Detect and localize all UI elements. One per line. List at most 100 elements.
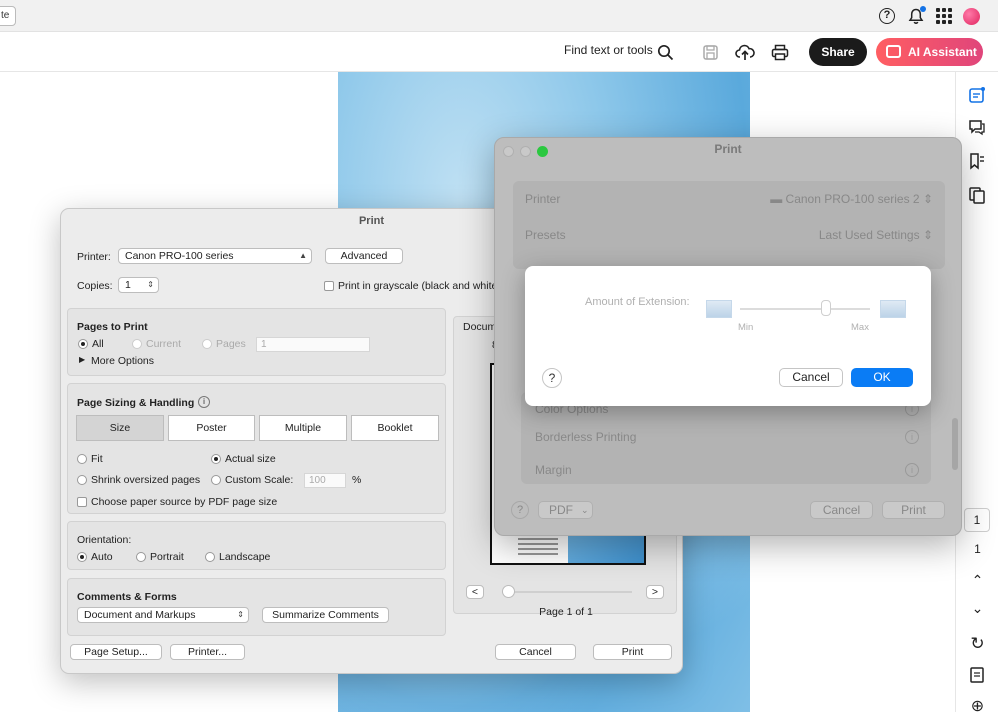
grayscale-label: Print in grayscale (black and white): [338, 280, 501, 292]
grayscale-checkbox[interactable]: [324, 281, 334, 291]
sizing-section-title: Page Sizing & Handling: [77, 397, 195, 409]
fit-label: Fit: [91, 453, 103, 465]
pages-label: Pages: [216, 338, 246, 350]
bell-icon[interactable]: [906, 6, 926, 26]
page-setup-button[interactable]: Page Setup...: [70, 644, 162, 660]
mac-scrollbar[interactable]: [952, 418, 958, 470]
ai-assistant-button[interactable]: AI Assistant: [876, 38, 983, 66]
mac-cancel-button[interactable]: Cancel: [810, 501, 873, 519]
info-icon[interactable]: i: [905, 463, 919, 477]
paper-source-checkbox[interactable]: [77, 497, 87, 507]
comments-forms-panel: Comments & Forms Document and Markups ⇕ …: [67, 578, 446, 636]
help-icon[interactable]: ?: [877, 6, 897, 26]
next-page-icon[interactable]: ⌄: [956, 600, 998, 617]
mac-presets-value: Last Used Settings ⇕: [818, 228, 933, 242]
summarize-comments-button[interactable]: Summarize Comments: [262, 607, 389, 623]
tab-stub[interactable]: te: [0, 6, 16, 26]
mac-presets-name: Last Used Settings: [818, 228, 920, 242]
bookmark-icon[interactable]: [968, 152, 986, 170]
mac-print-title: Print: [714, 142, 742, 156]
custom-scale-radio[interactable]: [211, 475, 221, 485]
actual-size-radio[interactable]: [211, 454, 221, 464]
print-button[interactable]: Print: [593, 644, 672, 660]
preview-slider-knob[interactable]: [502, 585, 515, 598]
extension-cancel-button[interactable]: Cancel: [779, 368, 843, 387]
cancel-button[interactable]: Cancel: [495, 644, 576, 660]
refresh-icon[interactable]: ↻: [956, 634, 998, 654]
list-item[interactable]: Borderless Printing i: [521, 428, 931, 450]
pages-range-input[interactable]: 1: [256, 337, 370, 352]
max-label: Max: [851, 322, 869, 333]
info-icon[interactable]: i: [198, 396, 210, 408]
preview-next-button[interactable]: >: [646, 585, 664, 599]
search-icon[interactable]: [654, 41, 676, 63]
printer-small-icon: ▬: [770, 192, 786, 206]
extension-help-button[interactable]: ?: [542, 368, 562, 388]
copies-stepper[interactable]: 1 ⇕: [118, 277, 159, 293]
edit-panel-icon[interactable]: [968, 86, 986, 104]
page-fit-icon[interactable]: [968, 666, 986, 684]
all-radio[interactable]: [78, 339, 88, 349]
portrait-label: Portrait: [150, 551, 184, 563]
auto-radio[interactable]: [77, 552, 87, 562]
tab-poster[interactable]: Poster: [168, 415, 255, 441]
preview-prev-button[interactable]: <: [466, 585, 484, 599]
printer-select-value: Canon PRO-100 series: [125, 250, 234, 262]
extension-slider-knob[interactable]: [821, 300, 831, 316]
mac-presets-row[interactable]: Presets Last Used Settings ⇕: [513, 219, 945, 253]
shrink-radio[interactable]: [77, 475, 87, 485]
mac-print-button[interactable]: Print: [882, 501, 945, 519]
page-number-input[interactable]: 1: [964, 508, 990, 532]
pages-to-print-panel: Pages to Print All Current Pages 1 ▶ Mor…: [67, 308, 446, 376]
apps-grid-icon[interactable]: [934, 6, 954, 26]
disclosure-triangle-icon[interactable]: ▶: [79, 355, 85, 364]
page-sizing-panel: Page Sizing & Handling i Size Poster Mul…: [67, 383, 446, 514]
fit-radio[interactable]: [77, 454, 87, 464]
comments-select[interactable]: Document and Markups ⇕: [77, 607, 249, 623]
mac-help-button[interactable]: ?: [511, 501, 529, 519]
upload-cloud-icon[interactable]: [734, 41, 756, 63]
orientation-panel: Orientation: Auto Portrait Landscape: [67, 521, 446, 570]
share-button[interactable]: Share: [809, 38, 867, 66]
page-count: 1: [974, 542, 981, 556]
main-toolbar: Find text or tools Share AI Assistant: [0, 32, 998, 72]
list-item[interactable]: Margin i: [521, 461, 931, 483]
mac-printer-name: Canon PRO-100 series 2: [785, 192, 920, 206]
tab-booklet[interactable]: Booklet: [351, 415, 439, 441]
extension-slider-track[interactable]: [740, 308, 870, 310]
mac-printer-row[interactable]: Printer ▬ Canon PRO-100 series 2 ⇕: [513, 183, 945, 217]
auto-label: Auto: [91, 551, 113, 563]
current-radio[interactable]: [132, 339, 142, 349]
comment-icon[interactable]: [968, 118, 986, 136]
info-icon[interactable]: i: [905, 430, 919, 444]
extension-sheet: Amount of Extension: Min Max ? Cancel OK: [525, 266, 931, 406]
notification-dot: [920, 6, 926, 12]
pages-radio[interactable]: [202, 339, 212, 349]
pdf-menu-button[interactable]: PDF ⌄: [538, 501, 593, 519]
save-icon[interactable]: [699, 41, 721, 63]
select-chevron-icon: ▲: [299, 251, 307, 260]
custom-scale-input[interactable]: 100: [304, 473, 346, 488]
avatar[interactable]: [963, 8, 980, 25]
tab-multiple[interactable]: Multiple: [259, 415, 347, 441]
pages-section-title: Pages to Print: [77, 321, 148, 333]
preview-slider-track[interactable]: [502, 591, 632, 593]
previous-page-icon[interactable]: ⌃: [956, 572, 998, 589]
printer-select[interactable]: Canon PRO-100 series ▲: [118, 248, 312, 264]
landscape-radio[interactable]: [205, 552, 215, 562]
tab-size[interactable]: Size: [76, 415, 164, 441]
advanced-button[interactable]: Advanced: [325, 248, 403, 264]
portrait-radio[interactable]: [136, 552, 146, 562]
more-options-label[interactable]: More Options: [91, 355, 154, 367]
printer-button[interactable]: Printer...: [170, 644, 245, 660]
printer-icon[interactable]: [769, 41, 791, 63]
extension-ok-button[interactable]: OK: [851, 368, 913, 387]
current-label: Current: [146, 338, 182, 350]
pages-icon[interactable]: [968, 186, 986, 204]
zoom-in-icon[interactable]: ⊕: [956, 696, 998, 712]
actual-size-label: Actual size: [225, 453, 276, 465]
paper-source-label: Choose paper source by PDF page size: [91, 496, 278, 508]
max-extension-icon: [880, 300, 906, 318]
find-text-label[interactable]: Find text or tools: [564, 43, 653, 57]
preview-text-block: [518, 533, 558, 555]
